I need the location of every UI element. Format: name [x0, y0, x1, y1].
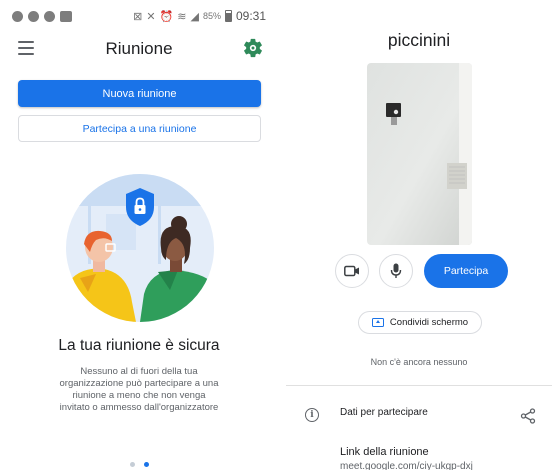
meeting-link-url[interactable]: meet.google.com/ciy-ukgp-dxj [340, 461, 473, 470]
battery-level: 85% [202, 11, 221, 21]
notification-icons [12, 11, 72, 22]
meeting-name: piccinini [387, 30, 451, 50]
share-screen-button[interactable]: Condividi schermo [358, 311, 482, 334]
share-icon[interactable] [520, 408, 536, 424]
page-dot[interactable] [129, 462, 135, 467]
page-dot-active[interactable] [143, 462, 149, 467]
page-indicator [0, 462, 278, 467]
security-description: Nessuno al di fuori della tua organizzaz… [59, 366, 219, 413]
join-meeting-button[interactable]: Partecipa a una riunione [18, 115, 261, 142]
meet-home-screen: ⊠ ✕ ⏰ ≋ ◢ 85% 09:31 Riunione Nuova riuni… [0, 0, 278, 470]
meeting-link-label: Link della riunione [340, 446, 429, 458]
meet-join-screen: piccinini Partecipa Condividi schermo No… [286, 0, 552, 470]
whatsapp-icon [44, 11, 55, 22]
signal-icon: ◢ [190, 10, 199, 23]
mic-icon [390, 263, 402, 278]
wifi-icon: ≋ [177, 10, 187, 23]
secure-meeting-illustration [66, 174, 214, 322]
participants-status: Non c'è ancora nessuno [370, 357, 468, 367]
clock: 09:31 [235, 9, 266, 23]
camera-icon [344, 265, 359, 277]
mic-toggle-button[interactable] [379, 254, 413, 288]
battery-icon [224, 10, 232, 22]
new-meeting-button[interactable]: Nuova riunione [18, 80, 261, 107]
divider [286, 385, 552, 386]
facebook-icon [28, 11, 39, 22]
system-indicators: ⊠ ✕ ⏰ ≋ ◢ 85% 09:31 [133, 9, 266, 23]
share-screen-label: Condividi schermo [389, 317, 469, 328]
message-icon [60, 11, 72, 22]
join-info-label: Dati per partecipare [340, 407, 428, 418]
gear-icon[interactable] [242, 37, 264, 59]
status-bar: ⊠ ✕ ⏰ ≋ ◢ 85% 09:31 [0, 0, 278, 34]
info-icon: i [305, 408, 319, 422]
facebook-icon [12, 11, 23, 22]
camera-preview [367, 63, 472, 245]
app-title: Riunione [105, 39, 173, 58]
no-sim-icon: ⊠ [133, 10, 143, 23]
camera-toggle-button[interactable] [335, 254, 369, 288]
mute-icon: ✕ [146, 10, 156, 23]
join-button[interactable]: Partecipa [424, 254, 508, 288]
present-screen-icon [371, 318, 384, 327]
security-headline: La tua riunione è sicura [58, 337, 220, 354]
alarm-icon: ⏰ [159, 10, 174, 23]
